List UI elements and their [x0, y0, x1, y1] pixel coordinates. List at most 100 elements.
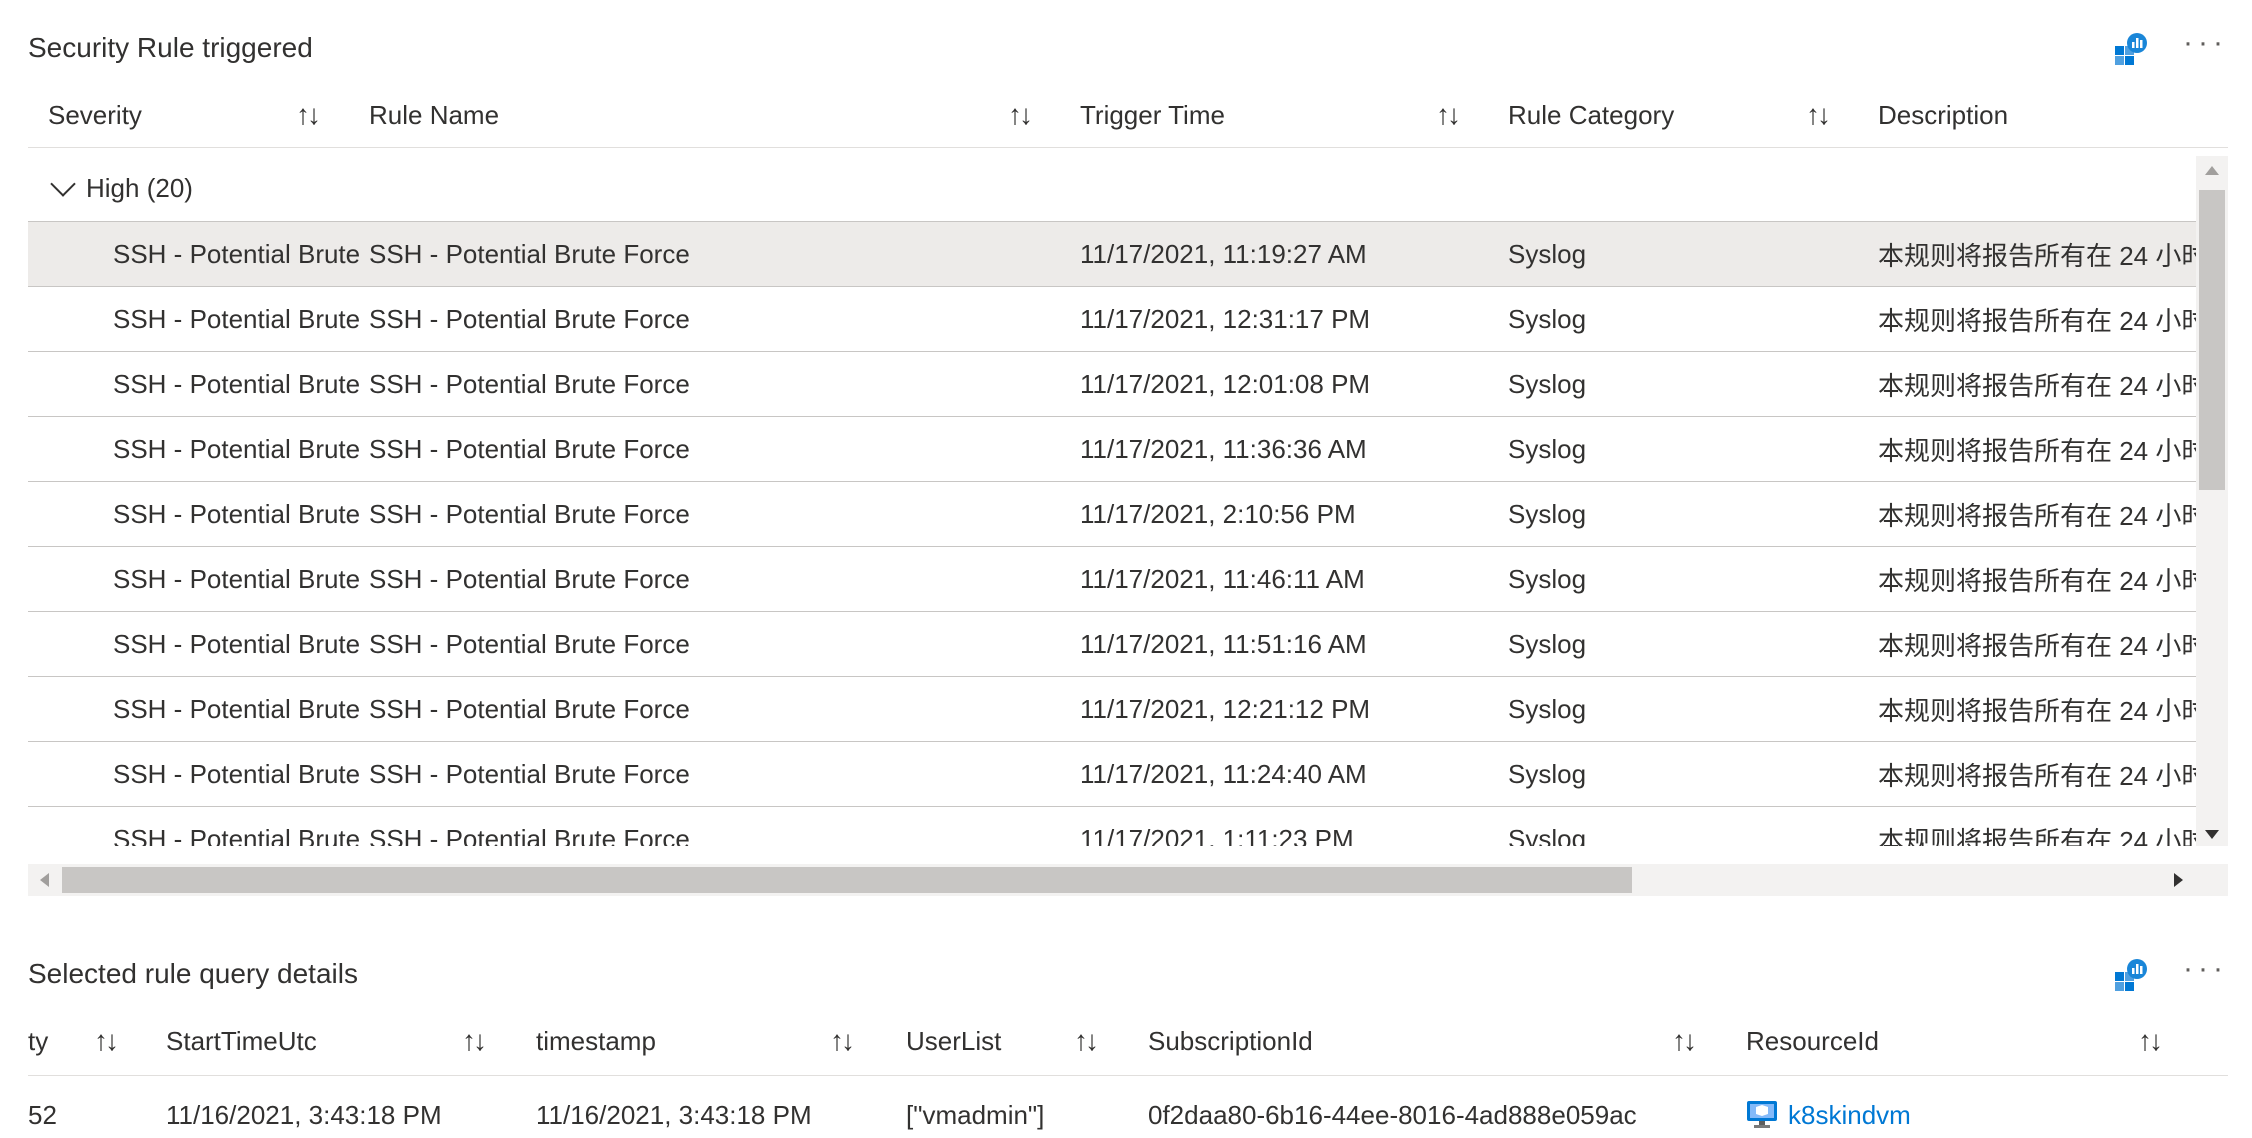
sort-icon[interactable]: ↑↓: [462, 1008, 487, 1074]
cell-severity: SSH - Potential Brute Force: [113, 758, 369, 789]
cell-trigger-time: 11/17/2021, 12:21:12 PM: [1080, 693, 1371, 724]
cell-start-time-utc: 11/16/2021, 3:43:18 PM: [166, 1099, 442, 1130]
cell-severity: SSH - Potential Brute Force: [113, 433, 369, 464]
table-row[interactable]: SSH - Potential Brute Force SSH - Potent…: [28, 352, 2196, 417]
column-header-rule-name[interactable]: Rule Name: [369, 82, 499, 148]
cell-severity: SSH - Potential Brute Force: [113, 563, 369, 594]
cell-trigger-time: 11/17/2021, 2:10:56 PM: [1080, 498, 1356, 529]
panel-title: Security Rule triggered: [28, 32, 313, 63]
resource-link[interactable]: k8skindvm: [1788, 1100, 1911, 1131]
more-options-icon[interactable]: ···: [2183, 28, 2228, 72]
cell-subscription-id: 0f2daa80-6b16-44ee-8016-4ad888e059ac: [1148, 1099, 1637, 1130]
cell-rule-category: Syslog: [1508, 758, 1587, 789]
column-header-subscription-id[interactable]: SubscriptionId: [1148, 1008, 1313, 1074]
cell-trigger-time: 11/17/2021, 1:11:23 PM: [1080, 823, 1354, 847]
sort-icon[interactable]: ↑↓: [1672, 1008, 1697, 1074]
virtual-machine-icon: [1746, 1100, 1778, 1130]
table-row[interactable]: 52 11/16/2021, 3:43:18 PM 11/16/2021, 3:…: [28, 1082, 2228, 1138]
column-header-user-list[interactable]: UserList: [906, 1008, 1001, 1074]
cell-description: 本规则将报告所有在 24 小时: [1878, 760, 2196, 791]
cell-rule-category: Syslog: [1508, 368, 1587, 399]
cell-severity: SSH - Potential Brute Force: [113, 238, 369, 269]
cell-severity: SSH - Potential Brute Force: [113, 498, 369, 529]
table-row[interactable]: SSH - Potential Brute Force SSH - Potent…: [28, 742, 2196, 807]
sort-icon[interactable]: ↑↓: [830, 1008, 855, 1074]
column-header-resource-id[interactable]: ResourceId: [1746, 1008, 1879, 1074]
cell-description: 本规则将报告所有在 24 小时: [1878, 565, 2196, 596]
pin-to-dashboard-icon[interactable]: [2113, 32, 2149, 68]
column-header-trigger-time[interactable]: Trigger Time: [1080, 82, 1225, 148]
table-row[interactable]: SSH - Potential Brute Force SSH - Potent…: [28, 612, 2196, 677]
cell-description: 本规则将报告所有在 24 小时: [1878, 435, 2196, 466]
cell-severity: SSH - Potential Brute Force: [113, 628, 369, 659]
table-row[interactable]: SSH - Potential Brute Force SSH - Potent…: [28, 807, 2196, 847]
cell-rule-name: SSH - Potential Brute Force: [369, 238, 690, 269]
scroll-left-arrow-icon[interactable]: [40, 873, 49, 887]
cell-severity: SSH - Potential Brute Force: [113, 368, 369, 399]
cell-trigger-time: 11/17/2021, 12:31:17 PM: [1080, 303, 1371, 334]
table-row[interactable]: SSH - Potential Brute Force SSH - Potent…: [28, 482, 2196, 547]
pin-to-dashboard-icon[interactable]: [2113, 958, 2149, 994]
cell-rule-name: SSH - Potential Brute Force: [369, 303, 690, 334]
cell-resource-id[interactable]: k8skindvm: [1746, 1082, 1911, 1138]
scroll-right-arrow-icon[interactable]: [2174, 873, 2183, 887]
sort-icon[interactable]: ↑↓: [296, 82, 321, 148]
column-header-timestamp[interactable]: timestamp: [536, 1008, 656, 1074]
panel-title: Selected rule query details: [28, 958, 358, 989]
more-options-icon[interactable]: ···: [2183, 954, 2228, 998]
cell-rule-name: SSH - Potential Brute Force: [369, 628, 690, 659]
column-header-severity[interactable]: Severity: [48, 82, 142, 148]
scroll-up-arrow-icon[interactable]: [2205, 166, 2219, 175]
table-row[interactable]: SSH - Potential Brute Force SSH - Potent…: [28, 547, 2196, 612]
cell-trigger-time: 11/17/2021, 11:24:40 AM: [1080, 758, 1367, 789]
table-row[interactable]: SSH - Potential Brute Force SSH - Potent…: [28, 417, 2196, 482]
column-header-start-time-utc[interactable]: StartTimeUtc: [166, 1008, 317, 1074]
cell-severity: SSH - Potential Brute Force: [113, 693, 369, 724]
cell-timestamp: 11/16/2021, 3:43:18 PM: [536, 1099, 812, 1130]
cell-rule-name: SSH - Potential Brute Force: [369, 758, 690, 789]
sort-icon[interactable]: ↑↓: [94, 1008, 119, 1074]
cell-ty: 52: [28, 1099, 57, 1130]
cell-trigger-time: 11/17/2021, 11:36:36 AM: [1080, 433, 1367, 464]
vertical-scrollbar[interactable]: [2196, 156, 2228, 846]
security-rule-panel: Security Rule triggered ··· Severity ↑↓ …: [28, 22, 2228, 902]
cell-rule-category: Syslog: [1508, 823, 1587, 847]
sort-icon[interactable]: ↑↓: [1806, 82, 1831, 148]
cell-rule-category: Syslog: [1508, 433, 1587, 464]
sort-icon[interactable]: ↑↓: [1436, 82, 1461, 148]
cell-rule-name: SSH - Potential Brute Force: [369, 563, 690, 594]
scroll-down-arrow-icon[interactable]: [2205, 830, 2219, 839]
group-label: High (20): [86, 173, 193, 203]
horizontal-scrollbar[interactable]: [28, 864, 2228, 896]
cell-rule-category: Syslog: [1508, 498, 1587, 529]
table-body: High (20) SSH - Potential Brute Force SS…: [28, 156, 2228, 846]
cell-description: 本规则将报告所有在 24 小时: [1878, 630, 2196, 661]
group-header-high[interactable]: High (20): [28, 156, 2196, 222]
cell-trigger-time: 11/17/2021, 12:01:08 PM: [1080, 368, 1371, 399]
cell-rule-category: Syslog: [1508, 563, 1587, 594]
cell-user-list: ["vmadmin"]: [906, 1099, 1045, 1130]
cell-rule-category: Syslog: [1508, 303, 1587, 334]
column-header-ty[interactable]: ty: [28, 1008, 48, 1074]
sort-icon[interactable]: ↑↓: [2138, 1008, 2163, 1074]
query-details-panel: Selected rule query details ··· ty ↑↓ St…: [28, 948, 2228, 1138]
cell-description: 本规则将报告所有在 24 小时: [1878, 370, 2196, 401]
column-header-description[interactable]: Description: [1878, 82, 2008, 148]
horizontal-scroll-thumb[interactable]: [62, 867, 1632, 893]
column-header-rule-category[interactable]: Rule Category: [1508, 82, 1674, 148]
table-row[interactable]: SSH - Potential Brute Force SSH - Potent…: [28, 677, 2196, 742]
cell-trigger-time: 11/17/2021, 11:19:27 AM: [1080, 238, 1367, 269]
vertical-scroll-thumb[interactable]: [2199, 190, 2225, 490]
cell-trigger-time: 11/17/2021, 11:46:11 AM: [1080, 563, 1365, 594]
chevron-down-icon[interactable]: [50, 170, 76, 197]
sort-icon[interactable]: ↑↓: [1008, 82, 1033, 148]
cell-rule-name: SSH - Potential Brute Force: [369, 823, 690, 847]
table-row[interactable]: SSH - Potential Brute Force SSH - Potent…: [28, 287, 2196, 352]
cell-rule-category: Syslog: [1508, 628, 1587, 659]
table-row[interactable]: SSH - Potential Brute Force SSH - Potent…: [28, 222, 2196, 287]
cell-description: 本规则将报告所有在 24 小时: [1878, 500, 2196, 531]
sort-icon[interactable]: ↑↓: [1074, 1008, 1099, 1074]
cell-rule-name: SSH - Potential Brute Force: [369, 693, 690, 724]
cell-description: 本规则将报告所有在 24 小时: [1878, 305, 2196, 336]
panel-actions: ···: [2113, 954, 2228, 998]
